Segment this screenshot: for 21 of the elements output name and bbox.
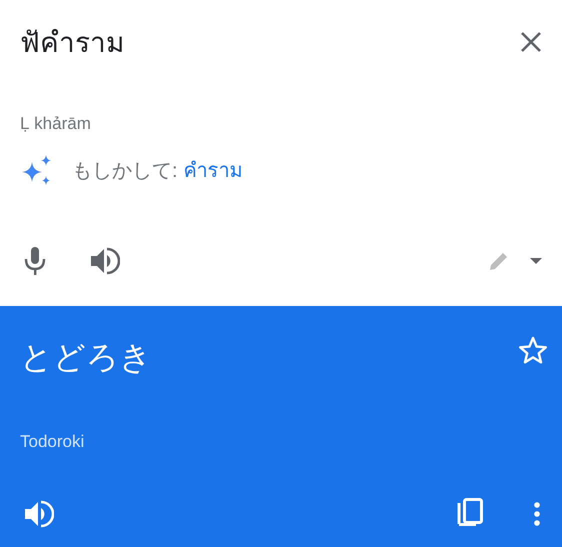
more-button[interactable] (534, 502, 540, 526)
pencil-icon (488, 250, 510, 272)
close-icon (520, 31, 542, 53)
close-button[interactable] (520, 31, 542, 53)
speaker-button[interactable] (90, 247, 120, 275)
source-text: ฟัคำราม (20, 26, 124, 60)
star-icon (518, 336, 548, 364)
more-icon (534, 502, 540, 526)
speaker-icon (24, 500, 54, 528)
suggestion-label: もしかして: (72, 158, 178, 184)
translation-romanization: Todoroki (20, 432, 86, 452)
translation-text: とどろき (20, 338, 152, 377)
suggestion-link[interactable]: คำราม (184, 154, 243, 186)
microphone-button[interactable] (24, 246, 46, 276)
source-romanization: Ḷ khảrām (20, 114, 92, 134)
caret-icon (530, 258, 542, 264)
microphone-icon (24, 246, 46, 276)
dropdown-button[interactable] (530, 258, 542, 264)
speaker-button[interactable] (24, 500, 54, 528)
star-button[interactable] (518, 336, 548, 364)
speaker-icon (90, 247, 120, 275)
